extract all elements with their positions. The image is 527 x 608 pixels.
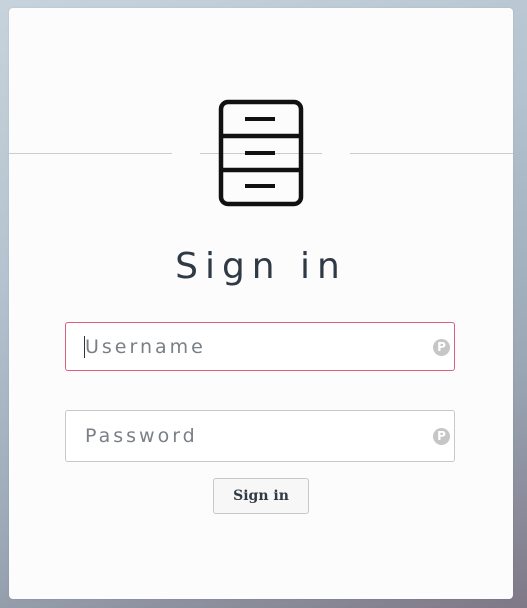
- username-field-wrapper: P: [65, 322, 455, 371]
- divider-right: [350, 153, 513, 154]
- filing-cabinet-icon: [218, 99, 304, 207]
- password-manager-icon[interactable]: P: [433, 428, 450, 445]
- page-title: Sign in: [175, 246, 347, 287]
- username-input[interactable]: [66, 323, 454, 370]
- divider-left: [9, 153, 172, 154]
- login-card: Sign in P P Sign in: [9, 8, 513, 599]
- text-caret: [84, 336, 85, 358]
- password-input[interactable]: [66, 411, 454, 461]
- sign-in-button[interactable]: Sign in: [213, 478, 309, 514]
- password-manager-icon[interactable]: P: [433, 339, 450, 356]
- password-field-wrapper: P: [65, 410, 455, 462]
